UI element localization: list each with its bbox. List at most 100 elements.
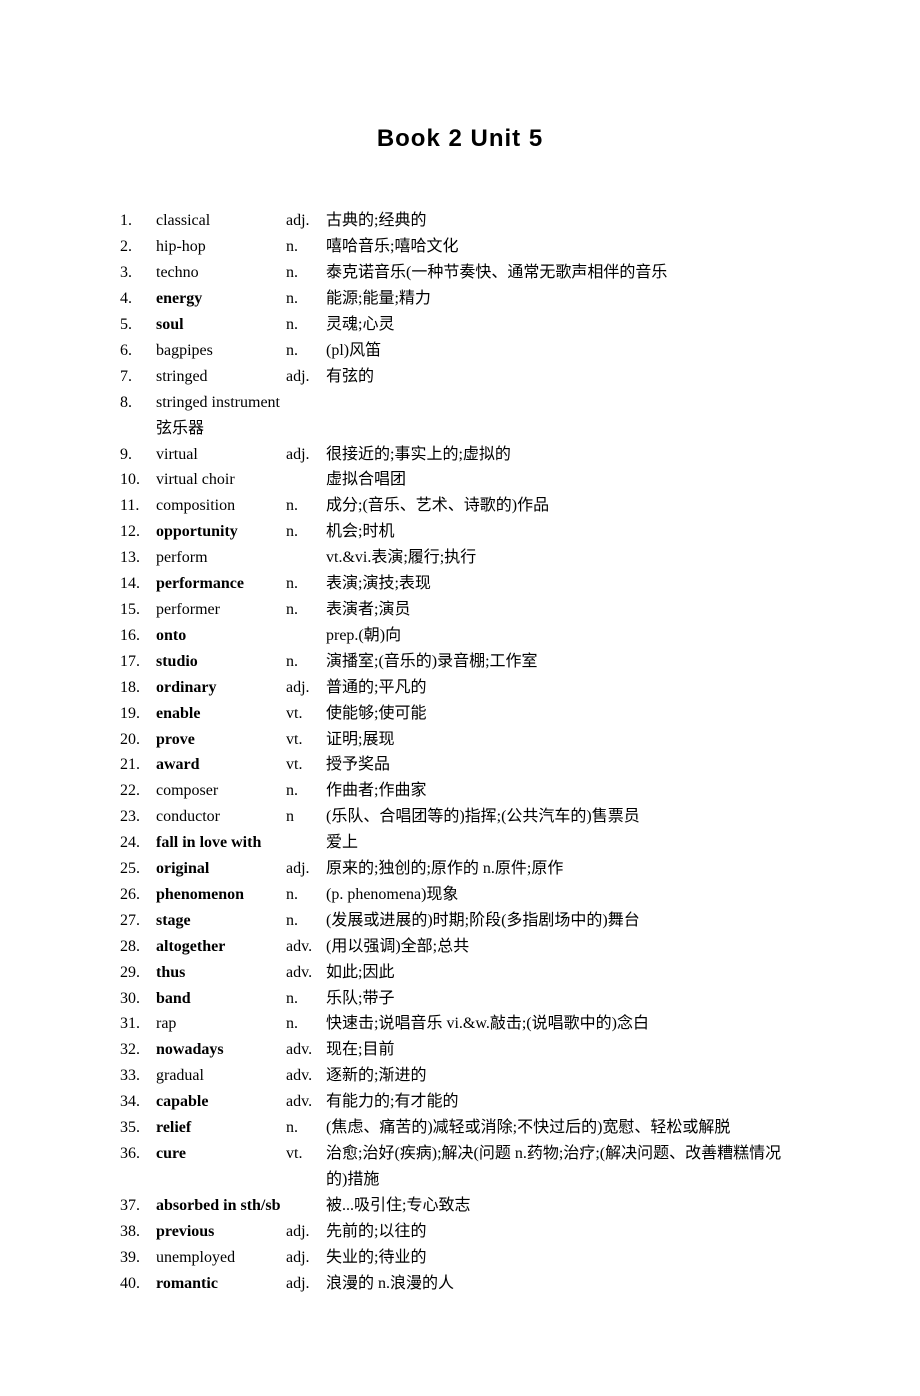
vocab-row: 5.souln.灵魂;心灵 xyxy=(120,312,800,338)
entry-pos: vt. xyxy=(286,752,326,778)
entry-word: studio xyxy=(156,649,286,675)
vocab-row: 2.hip-hopn.嘻哈音乐;嘻哈文化 xyxy=(120,234,800,260)
entry-definition: 授予奖品 xyxy=(326,752,800,778)
entry-definition: 普通的;平凡的 xyxy=(326,675,800,701)
entry-definition: (乐队、合唱团等的)指挥;(公共汽车的)售票员 xyxy=(326,804,800,830)
vocab-row: 12.opportunityn.机会;时机 xyxy=(120,519,800,545)
entry-word: opportunity xyxy=(156,519,286,545)
entry-word: classical xyxy=(156,208,286,234)
vocab-row: 9.virtualadj.很接近的;事实上的;虚拟的 xyxy=(120,442,800,468)
vocab-row: 11.compositionn.成分;(音乐、艺术、诗歌的)作品 xyxy=(120,493,800,519)
entry-pos: adj. xyxy=(286,856,326,882)
entry-pos: n. xyxy=(286,571,326,597)
entry-pos: adj. xyxy=(286,442,326,468)
entry-word: gradual xyxy=(156,1063,286,1089)
entry-definition: 有弦的 xyxy=(326,364,800,390)
vocab-row: 19.enablevt.使能够;使可能 xyxy=(120,701,800,727)
entry-pos: adv. xyxy=(286,960,326,986)
entry-number: 15. xyxy=(120,597,156,623)
entry-word: composition xyxy=(156,493,286,519)
entry-word: altogether xyxy=(156,934,286,960)
entry-word: band xyxy=(156,986,286,1012)
entry-number: 14. xyxy=(120,571,156,597)
entry-pos: n. xyxy=(286,234,326,260)
vocabulary-list: 1.classicaladj.古典的;经典的2.hip-hopn.嘻哈音乐;嘻哈… xyxy=(120,208,800,1296)
entry-pos: adj. xyxy=(286,675,326,701)
entry-number: 32. xyxy=(120,1037,156,1063)
entry-pos: n. xyxy=(286,260,326,286)
entry-number: 30. xyxy=(120,986,156,1012)
vocab-row: 31.rapn.快速击;说唱音乐 vi.&w.敲击;(说唱歌中的)念白 xyxy=(120,1011,800,1037)
entry-word: bagpipes xyxy=(156,338,286,364)
entry-number: 29. xyxy=(120,960,156,986)
entry-definition: 失业的;待业的 xyxy=(326,1245,800,1271)
vocab-row: 1.classicaladj.古典的;经典的 xyxy=(120,208,800,234)
vocab-row: 32.nowadaysadv.现在;目前 xyxy=(120,1037,800,1063)
entry-definition: 能源;能量;精力 xyxy=(326,286,800,312)
entry-word: stage xyxy=(156,908,286,934)
entry-number: 27. xyxy=(120,908,156,934)
entry-number: 11. xyxy=(120,493,156,519)
entry-number: 28. xyxy=(120,934,156,960)
entry-number: 8. xyxy=(120,390,156,416)
entry-number: 35. xyxy=(120,1115,156,1141)
entry-number: 6. xyxy=(120,338,156,364)
vocab-row: 36.curevt.治愈;治好(疾病);解决(问题 n.药物;治疗;(解决问题、… xyxy=(120,1141,800,1193)
entry-number: 1. xyxy=(120,208,156,234)
vocab-row: 17.studion.演播室;(音乐的)录音棚;工作室 xyxy=(120,649,800,675)
vocab-row: 18.ordinaryadj.普通的;平凡的 xyxy=(120,675,800,701)
entry-number: 18. xyxy=(120,675,156,701)
entry-number: 19. xyxy=(120,701,156,727)
entry-definition: 爱上 xyxy=(326,830,800,856)
entry-word: rap xyxy=(156,1011,286,1037)
entry-pos: n. xyxy=(286,1115,326,1141)
entry-word: onto xyxy=(156,623,286,649)
entry-definition: 灵魂;心灵 xyxy=(326,312,800,338)
vocab-row: 26.phenomenonn.(p. phenomena)现象 xyxy=(120,882,800,908)
entry-number: 25. xyxy=(120,856,156,882)
entry-pos: adj. xyxy=(286,1245,326,1271)
entry-pos: n. xyxy=(286,338,326,364)
entry-pos: adj. xyxy=(286,364,326,390)
entry-pos: n. xyxy=(286,312,326,338)
entry-word: composer xyxy=(156,778,286,804)
entry-word: prove xyxy=(156,727,286,753)
entry-word: ordinary xyxy=(156,675,286,701)
vocab-row: 8.stringed instrument 弦乐器 xyxy=(120,390,800,442)
entry-word: hip-hop xyxy=(156,234,286,260)
entry-number: 39. xyxy=(120,1245,156,1271)
entry-word: virtual xyxy=(156,442,286,468)
vocab-row: 20.provevt.证明;展现 xyxy=(120,727,800,753)
entry-definition: 很接近的;事实上的;虚拟的 xyxy=(326,442,800,468)
entry-number: 7. xyxy=(120,364,156,390)
entry-definition: 有能力的;有才能的 xyxy=(326,1089,800,1115)
entry-number: 22. xyxy=(120,778,156,804)
entry-pos: adv. xyxy=(286,1063,326,1089)
vocab-row: 24.fall in love with爱上 xyxy=(120,830,800,856)
vocab-row: 30.bandn.乐队;带子 xyxy=(120,986,800,1012)
entry-definition: 嘻哈音乐;嘻哈文化 xyxy=(326,234,800,260)
entry-word: phenomenon xyxy=(156,882,286,908)
entry-number: 40. xyxy=(120,1271,156,1297)
vocab-row: 25.originaladj.原来的;独创的;原作的 n.原件;原作 xyxy=(120,856,800,882)
vocab-row: 23.conductorn(乐队、合唱团等的)指挥;(公共汽车的)售票员 xyxy=(120,804,800,830)
entry-pos: vt. xyxy=(286,1141,326,1167)
entry-word: fall in love with xyxy=(156,830,286,856)
entry-pos: adv. xyxy=(286,1089,326,1115)
vocab-row: 10.virtual choir虚拟合唱团 xyxy=(120,467,800,493)
entry-number: 26. xyxy=(120,882,156,908)
entry-word: conductor xyxy=(156,804,286,830)
vocab-row: 39.unemployedadj.失业的;待业的 xyxy=(120,1245,800,1271)
entry-definition: 被...吸引住;专心致志 xyxy=(326,1193,800,1219)
entry-definition: (焦虑、痛苦的)减轻或消除;不快过后的)宽慰、轻松或解脱 xyxy=(326,1115,800,1141)
entry-pos: n. xyxy=(286,493,326,519)
entry-definition: vt.&vi.表演;履行;执行 xyxy=(326,545,800,571)
entry-number: 31. xyxy=(120,1011,156,1037)
entry-word: techno xyxy=(156,260,286,286)
vocab-row: 21.awardvt.授予奖品 xyxy=(120,752,800,778)
entry-pos: n. xyxy=(286,908,326,934)
vocab-row: 3.technon.泰克诺音乐(一种节奏快、通常无歌声相伴的音乐 xyxy=(120,260,800,286)
entry-definition: 成分;(音乐、艺术、诗歌的)作品 xyxy=(326,493,800,519)
entry-number: 20. xyxy=(120,727,156,753)
entry-definition: 虚拟合唱团 xyxy=(326,467,800,493)
